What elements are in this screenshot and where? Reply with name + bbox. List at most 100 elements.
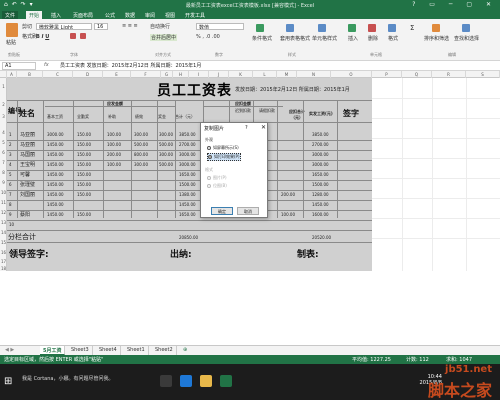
row-header[interactable]: 2 [0,102,7,107]
column-header[interactable]: E [103,71,131,78]
task-view-icon[interactable] [160,375,172,387]
column-header[interactable]: Q [402,71,432,78]
conditional-format-icon[interactable] [256,24,264,32]
tab-review[interactable]: 审阅 [142,11,158,19]
row-header[interactable]: 15 [0,240,7,245]
format-painter-button[interactable]: 格式刷 [22,33,37,40]
column-header[interactable]: A [7,71,17,78]
file-explorer-icon[interactable] [200,375,212,387]
sort-filter-icon[interactable] [432,24,440,32]
add-sheet-button[interactable]: ⊕ [180,346,190,355]
sheet-tab[interactable]: Sheet2 [152,346,177,355]
merge-center-button[interactable]: 合并后居中 [150,34,178,41]
sheet-nav-arrows[interactable]: ◀ ▶ [2,346,17,355]
row-header[interactable]: 7 [0,160,7,165]
row-header[interactable]: 8 [0,170,7,175]
row-header[interactable]: 17 [0,259,7,264]
ok-button[interactable]: 确定 [211,207,233,215]
as-shown-on-screen-radio[interactable]: 如屏幕所示(S) [207,145,239,151]
cortana-search[interactable]: 我是 Cortana，小娜。有问题尽管问我。 [22,375,113,382]
paste-icon[interactable] [6,23,18,37]
as-shown-when-printed-radio[interactable]: 如打印效果(P) [207,153,241,161]
salary-table[interactable]: 员工工资表 发放日期：2015年2月12日 所属日期：2015年1月 编号 姓名… [7,78,372,271]
cancel-button[interactable]: 取消 [237,207,259,215]
formula-input[interactable]: 员工工资表 发放日期：2015年2月12日 所属日期：2015年1月 [60,62,201,70]
column-header[interactable]: L [253,71,277,78]
column-header[interactable]: D [73,71,103,78]
column-header[interactable]: F [131,71,161,78]
windows-start-icon[interactable]: ⊞ [4,376,16,388]
row-header[interactable]: 1 [0,84,7,89]
row-header[interactable]: 13 [0,220,7,225]
font-size-select[interactable]: 16 [94,23,108,30]
sheet-tab[interactable]: Sheet1 [124,346,149,355]
radio-selected-icon[interactable] [208,155,212,159]
column-header[interactable]: G [161,71,173,78]
sum-icon[interactable]: Σ [410,24,414,32]
cell-styles-button[interactable]: 单元格样式 [312,35,337,42]
column-header[interactable]: K [229,71,253,78]
font-color-icon[interactable] [80,33,86,39]
edge-browser-icon[interactable] [180,375,192,387]
conditional-format-button[interactable]: 条件格式 [252,35,272,42]
tab-page-layout[interactable]: 页面布局 [70,11,96,19]
align-icons[interactable]: ≡ ≡ ≡ [122,23,138,29]
column-header[interactable]: N [297,71,331,78]
column-header[interactable]: I [189,71,209,78]
copy-picture-dialog[interactable]: 复制图片 ? ✕ 外观 如屏幕所示(S) 如打印效果(P) 格式 图片(P) 位… [200,122,268,218]
select-all-corner[interactable] [0,71,7,78]
radio-icon[interactable] [207,146,211,150]
tab-formulas[interactable]: 公式 [102,11,118,19]
row-header[interactable]: 4 [0,130,7,135]
number-format-select[interactable]: 数值 [196,23,244,30]
row-header[interactable]: 10 [0,190,7,195]
row-header[interactable]: 11 [0,200,7,205]
sheet-tab[interactable]: Sheet3 [68,346,93,355]
table-format-icon[interactable] [286,24,294,32]
column-header[interactable]: H [173,71,189,78]
format-cells-button[interactable]: 格式 [388,35,398,42]
delete-cells-icon[interactable] [368,24,376,32]
delete-cells-button[interactable]: 删除 [368,35,378,42]
name-box[interactable]: A1 [2,62,36,70]
cell-styles-icon[interactable] [318,24,326,32]
cut-button[interactable]: 剪切 [22,23,32,30]
row-header[interactable]: 9 [0,180,7,185]
font-name-select[interactable]: 微软雅黑 Light [36,23,92,30]
format-cells-icon[interactable] [388,24,396,32]
find-select-button[interactable]: 查找和选择 [454,35,479,42]
wrap-text-button[interactable]: 自动换行 [150,23,170,30]
row-header[interactable]: 14 [0,230,7,235]
tab-home[interactable]: 开始 [26,11,43,19]
row-header[interactable]: 16 [0,250,7,255]
row-header[interactable]: 18 [0,266,7,271]
column-header[interactable]: R [432,71,466,78]
tab-view[interactable]: 视图 [162,11,178,19]
row-header[interactable]: 12 [0,210,7,215]
tab-file[interactable]: 文件 [2,11,19,19]
paste-button[interactable]: 粘贴 [6,39,16,46]
column-header[interactable]: P [372,71,402,78]
column-header[interactable]: C [43,71,73,78]
close-icon[interactable]: ✕ [261,124,266,131]
number-format-icons[interactable]: % , .0 .00 [196,34,220,40]
column-header[interactable]: O [331,71,372,78]
row-header[interactable]: 3 [0,114,7,119]
sort-filter-button[interactable]: 排序和筛选 [424,35,449,42]
table-format-button[interactable]: 套用表格格式 [280,35,310,42]
column-header[interactable]: S [466,71,500,78]
fx-icon[interactable]: fx [44,62,49,68]
empty-grid-area[interactable] [372,78,500,271]
find-select-icon[interactable] [462,24,470,32]
tab-developer[interactable]: 开发工具 [182,11,208,19]
help-icon[interactable]: ? [245,125,248,131]
sheet-tab[interactable]: Sheet4 [96,346,121,355]
tab-insert[interactable]: 插入 [48,11,64,19]
row-header[interactable]: 5 [0,140,7,145]
column-header[interactable]: B [17,71,43,78]
window-controls[interactable]: ? ▭ ─ ▢ ✕ [412,1,497,8]
insert-cells-icon[interactable] [348,24,356,32]
row-header[interactable]: 6 [0,150,7,155]
tab-data[interactable]: 数据 [122,11,138,19]
column-header[interactable]: J [209,71,229,78]
